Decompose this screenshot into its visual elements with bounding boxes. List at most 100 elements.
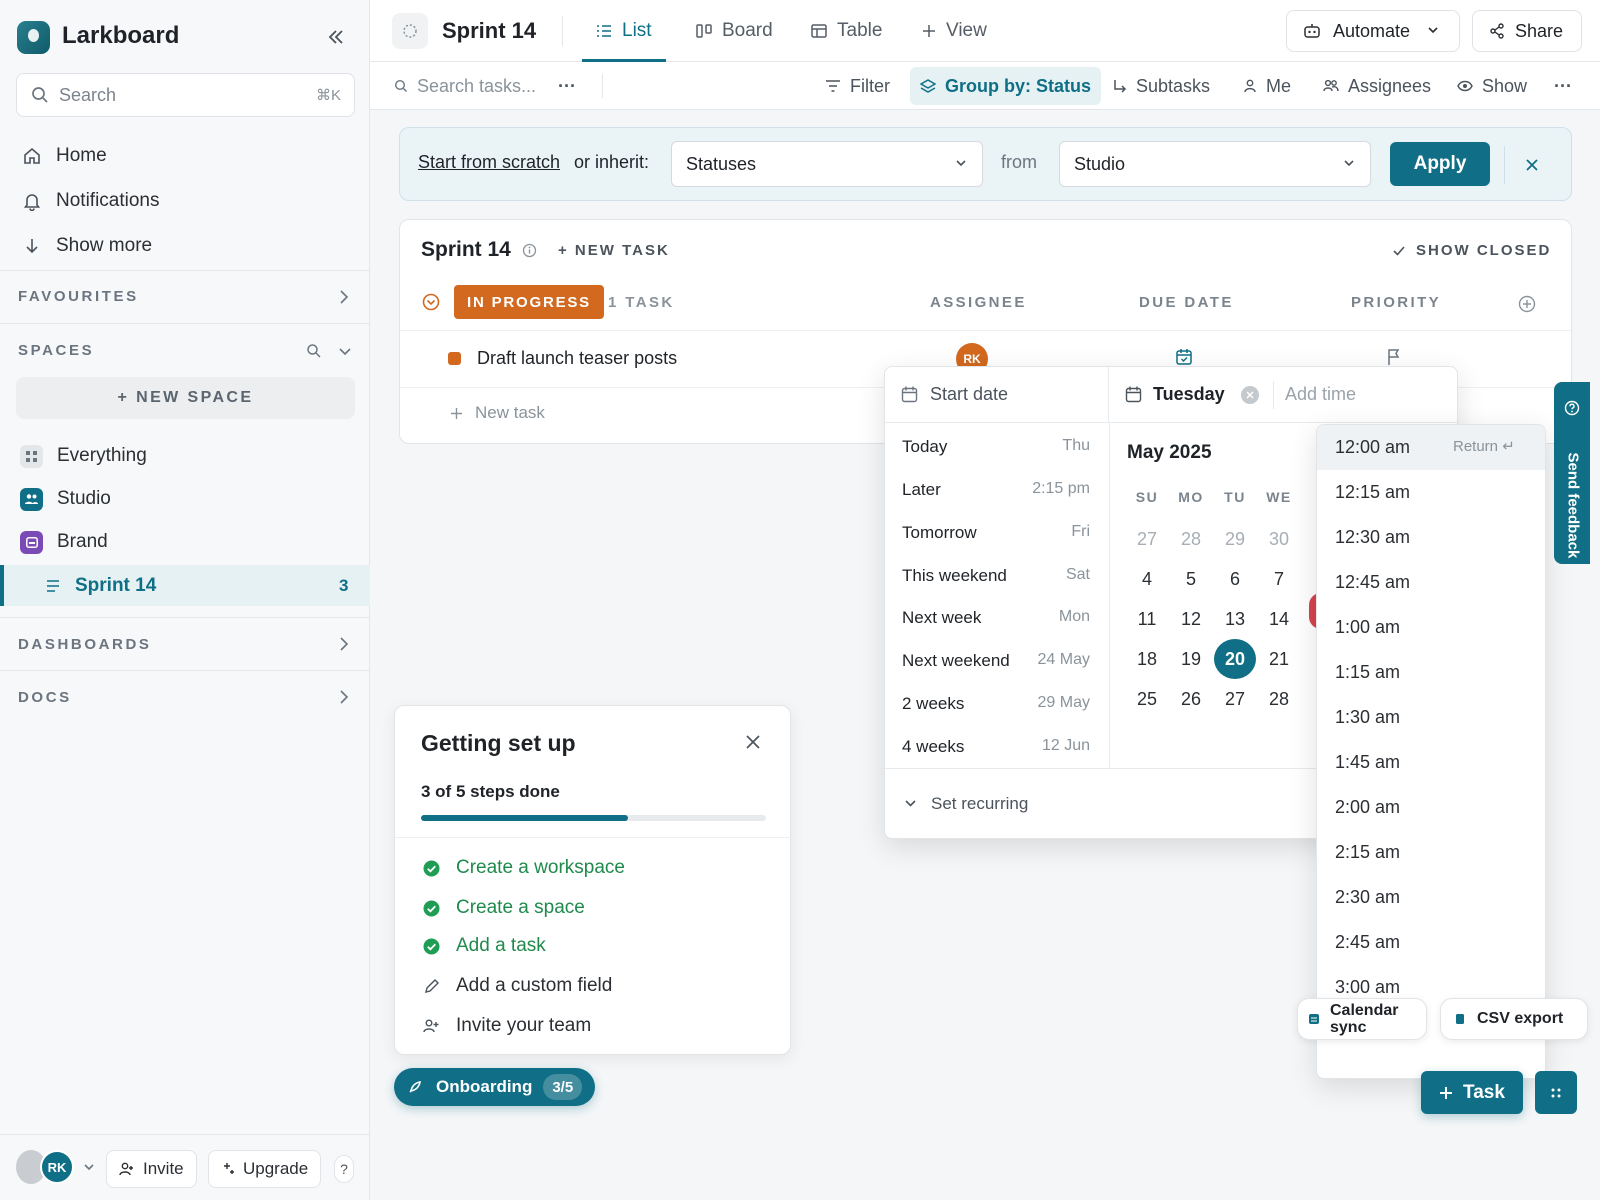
calendar-day[interactable]: 5 [1171,562,1211,596]
time-option[interactable]: 2:00 am [1317,785,1545,830]
chevron-right-icon[interactable] [337,689,351,705]
chevron-right-icon[interactable] [337,289,351,305]
avatar[interactable]: RK [40,1150,74,1184]
calendar-day[interactable]: 30 [1259,522,1299,556]
setup-step[interactable]: Add a task [421,930,546,962]
new-task-row[interactable]: New task [450,403,545,423]
setup-step[interactable]: Create a space [421,892,585,924]
time-option[interactable]: 1:15 am [1317,650,1545,695]
calendar-day[interactable]: 12 [1171,602,1211,636]
setup-step[interactable]: Add a custom field [421,970,612,1002]
space-everything[interactable]: Everything [20,437,147,475]
close-icon[interactable] [1524,157,1540,173]
subtasks-button[interactable]: Subtasks [1113,62,1210,110]
calendar-day[interactable]: 27 [1127,522,1167,556]
quick-date-option[interactable]: Later 2:15 pm [902,480,1090,500]
calendar-day[interactable]: 21 [1259,642,1299,676]
close-icon[interactable] [745,734,761,750]
quick-date-option[interactable]: Next week Mon [902,608,1090,628]
source-space-select[interactable]: Studio [1059,141,1371,187]
flag-icon[interactable] [1386,348,1402,366]
task-search[interactable]: Search tasks... [394,62,536,110]
calendar-day[interactable]: 6 [1215,562,1255,596]
time-option[interactable]: 12:45 am [1317,560,1545,605]
calendar-sync-button[interactable]: Calendar sync [1297,998,1427,1040]
add-time-field[interactable]: Add time [1285,384,1356,405]
chevron-right-icon[interactable] [337,636,351,652]
task-name[interactable]: Draft launch teaser posts [477,348,677,369]
start-from-scratch-link[interactable]: Start from scratch [418,152,560,173]
calendar-day[interactable]: 19 [1171,642,1211,676]
time-option[interactable]: 1:30 am [1317,695,1545,740]
calendar-day[interactable]: 29 [1215,522,1255,556]
docs-heading[interactable]: DOCS [18,689,72,706]
chevron-down-icon[interactable] [82,1162,96,1174]
statuses-select[interactable]: Statuses [671,141,983,187]
new-task-fab[interactable]: Task [1421,1071,1523,1114]
time-option[interactable]: 1:45 am [1317,740,1545,785]
invite-button[interactable]: Invite [106,1150,197,1188]
quick-date-option[interactable]: Tomorrow Fri [902,523,1090,543]
group-by-button[interactable]: Group by: Status [910,67,1102,105]
csv-export-button[interactable]: CSV export [1440,998,1588,1040]
share-button[interactable]: Share [1472,10,1582,52]
quick-date-option[interactable]: This weekend Sat [902,566,1090,586]
nav-show-more[interactable]: Show more [20,227,152,265]
more-options-icon[interactable]: ··· [1554,62,1572,110]
calendar-day[interactable]: 28 [1171,522,1211,556]
show-closed-button[interactable]: SHOW CLOSED [1392,242,1551,259]
apply-button[interactable]: Apply [1390,142,1490,186]
calendar-day[interactable]: 18 [1127,642,1167,676]
sidebar-item-sprint-14[interactable]: Sprint 14 3 [0,565,370,606]
tab-table[interactable]: Table [811,0,882,62]
calendar-day[interactable]: 4 [1127,562,1167,596]
automate-button[interactable]: Automate [1286,10,1460,52]
time-option[interactable]: 2:30 am [1317,875,1545,920]
info-icon[interactable] [522,243,537,258]
more-options-icon[interactable]: ··· [558,62,576,110]
space-brand[interactable]: Brand [20,523,108,561]
me-filter-button[interactable]: Me [1243,62,1291,110]
sidebar-search[interactable]: Search ⌘K [16,73,355,117]
calendar-day[interactable]: 27 [1215,682,1255,716]
nav-notifications[interactable]: Notifications [20,182,160,220]
tab-board[interactable]: Board [696,0,773,62]
add-view-button[interactable]: View [922,0,987,62]
calendar-icon[interactable] [1175,348,1193,366]
tab-list[interactable]: List [582,0,666,62]
send-feedback-tab[interactable]: Send feedback [1554,382,1590,564]
clear-date-icon[interactable] [1241,386,1259,404]
calendar-day[interactable]: 7 [1259,562,1299,596]
status-badge[interactable]: IN PROGRESS [454,285,604,319]
apps-grid-button[interactable] [1535,1071,1577,1114]
quick-date-option[interactable]: 2 weeks 29 May [902,694,1090,714]
time-option[interactable]: 1:00 am [1317,605,1545,650]
dashboards-heading[interactable]: DASHBOARDS [18,636,152,653]
onboarding-button[interactable]: Onboarding 3/5 [394,1068,595,1106]
time-option[interactable]: 2:15 am [1317,830,1545,875]
calendar-day[interactable]: 28 [1259,682,1299,716]
time-option[interactable]: 2:45 am [1317,920,1545,965]
calendar-day[interactable]: 13 [1215,602,1255,636]
new-space-button[interactable]: + NEW SPACE [16,377,355,419]
sprint-status-icon[interactable] [392,13,428,49]
show-button[interactable]: Show [1457,62,1527,110]
nav-home[interactable]: Home [20,137,107,175]
quick-date-option[interactable]: Today Thu [902,437,1090,457]
start-date-field[interactable]: Start date [885,367,1109,423]
search-spaces-icon[interactable] [306,343,322,359]
calendar-day[interactable]: 20 [1214,639,1256,679]
new-task-header-button[interactable]: + NEW TASK [558,242,670,259]
calendar-day[interactable]: 14 [1259,602,1299,636]
favourites-heading[interactable]: FAVOURITES [18,288,139,305]
setup-step[interactable]: Create a workspace [421,852,625,884]
quick-date-option[interactable]: 4 weeks 12 Jun [902,737,1090,757]
chevron-down-icon[interactable] [337,343,353,359]
task-status-square[interactable] [448,352,461,365]
column-due-date[interactable]: DUE DATE [1139,294,1234,311]
upgrade-button[interactable]: Upgrade [208,1150,322,1188]
calendar-day[interactable]: 11 [1127,602,1167,636]
calendar-day[interactable]: 26 [1171,682,1211,716]
add-column-icon[interactable] [1518,295,1536,313]
column-priority[interactable]: PRIORITY [1351,294,1441,311]
